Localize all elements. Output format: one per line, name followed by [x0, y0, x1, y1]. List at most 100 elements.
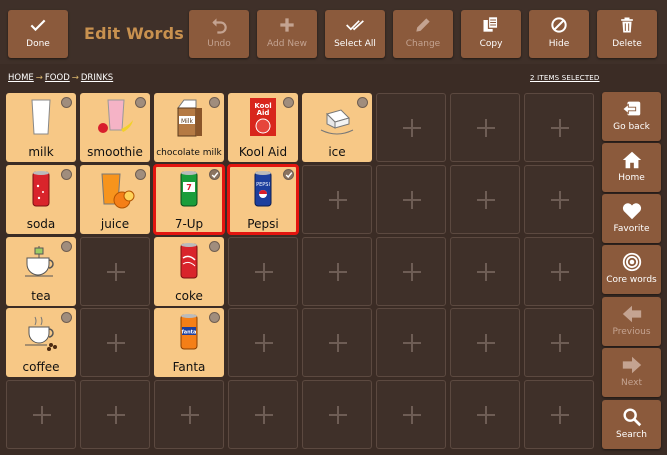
select-radio[interactable] — [61, 241, 72, 252]
search-button[interactable]: Search — [602, 400, 661, 449]
selection-status[interactable]: 2 ITEMS SELECTED — [530, 74, 600, 82]
select-radio[interactable] — [209, 97, 220, 108]
delete-button[interactable]: Delete — [597, 10, 657, 58]
double-check-icon — [325, 10, 385, 38]
empty-cell[interactable] — [450, 237, 520, 306]
go-back-icon — [602, 92, 661, 122]
next-button[interactable]: Next — [602, 348, 661, 397]
empty-cell[interactable] — [524, 308, 594, 377]
change-button[interactable]: Change — [393, 10, 453, 58]
selected-check-icon[interactable] — [209, 169, 220, 180]
select-radio[interactable] — [135, 169, 146, 180]
svg-text:fanta: fanta — [182, 330, 197, 336]
trash-icon — [597, 10, 657, 38]
empty-cell[interactable] — [228, 237, 298, 306]
select-all-button[interactable]: Select All — [325, 10, 385, 58]
favorite-button[interactable]: Favorite — [602, 194, 661, 243]
word-label: chocolate milk — [156, 148, 222, 158]
orange-juice-icon — [95, 168, 135, 210]
breadcrumb-home[interactable]: HOME — [8, 73, 34, 83]
empty-cell[interactable] — [376, 165, 446, 234]
hide-button[interactable]: Hide — [529, 10, 589, 58]
hide-icon — [529, 10, 589, 38]
empty-cell[interactable] — [450, 308, 520, 377]
core-words-button[interactable]: Core words — [602, 245, 661, 294]
plus-icon — [33, 406, 51, 424]
undo-button[interactable]: Undo — [189, 10, 249, 58]
svg-text:PEPSI: PEPSI — [256, 182, 270, 188]
word-label: juice — [100, 217, 130, 231]
breadcrumb-food[interactable]: FOOD — [45, 73, 70, 83]
plus-icon — [181, 406, 199, 424]
page-title: Edit Words — [84, 24, 185, 43]
empty-cell[interactable] — [450, 380, 520, 449]
plus-icon — [329, 191, 347, 209]
empty-cell[interactable] — [154, 380, 224, 449]
plus-icon — [477, 191, 495, 209]
plus-icon — [477, 119, 495, 137]
plus-icon — [551, 119, 569, 137]
go-back-button[interactable]: Go back — [602, 92, 661, 141]
breadcrumb-separator: → — [35, 73, 43, 83]
empty-cell[interactable] — [228, 380, 298, 449]
empty-cell[interactable] — [302, 380, 372, 449]
word-cell[interactable]: 7 7-Up — [153, 164, 225, 235]
select-radio[interactable] — [61, 169, 72, 180]
done-button[interactable]: Done — [8, 10, 68, 58]
empty-cell[interactable] — [80, 237, 150, 306]
select-radio[interactable] — [209, 241, 220, 252]
previous-button[interactable]: Previous — [602, 297, 661, 346]
word-cell[interactable]: coke — [154, 237, 224, 306]
select-radio[interactable] — [283, 97, 294, 108]
word-cell[interactable]: smoothie — [80, 93, 150, 162]
copy-button[interactable]: Copy — [461, 10, 521, 58]
kool-aid-icon: Kool Aid — [243, 96, 283, 138]
empty-cell[interactable] — [6, 380, 76, 449]
selected-check-icon[interactable] — [283, 169, 294, 180]
empty-cell[interactable] — [524, 93, 594, 162]
empty-cell[interactable] — [302, 237, 372, 306]
word-cell[interactable]: PEPSI Pepsi — [227, 164, 299, 235]
empty-cell[interactable] — [524, 380, 594, 449]
word-cell[interactable]: juice — [80, 165, 150, 234]
empty-cell[interactable] — [376, 237, 446, 306]
word-cell[interactable]: tea — [6, 237, 76, 306]
empty-cell[interactable] — [524, 165, 594, 234]
word-label: coke — [175, 289, 203, 303]
word-cell[interactable]: fanta Fanta — [154, 308, 224, 377]
word-cell[interactable]: Milk chocolate milk — [154, 93, 224, 162]
empty-cell[interactable] — [376, 308, 446, 377]
svg-text:Aid: Aid — [257, 109, 270, 117]
empty-cell[interactable] — [228, 308, 298, 377]
word-label: ice — [328, 145, 346, 159]
select-radio[interactable] — [61, 97, 72, 108]
copy-icon — [461, 10, 521, 38]
breadcrumb-drinks[interactable]: DRINKS — [81, 73, 113, 83]
select-radio[interactable] — [135, 97, 146, 108]
empty-cell[interactable] — [376, 380, 446, 449]
word-cell[interactable]: soda — [6, 165, 76, 234]
word-cell[interactable]: coffee — [6, 308, 76, 377]
empty-cell[interactable] — [524, 237, 594, 306]
empty-cell[interactable] — [80, 380, 150, 449]
word-label: soda — [26, 217, 56, 231]
word-cell[interactable]: milk — [6, 93, 76, 162]
home-button[interactable]: Home — [602, 143, 661, 192]
select-radio[interactable] — [357, 97, 368, 108]
pencil-icon — [393, 10, 453, 38]
breadcrumb: HOME → FOOD → DRINKS — [8, 73, 113, 83]
empty-cell[interactable] — [376, 93, 446, 162]
arrow-left-icon — [602, 297, 661, 327]
word-cell[interactable]: ice — [302, 93, 372, 162]
word-cell[interactable]: Kool Aid Kool Aid — [228, 93, 298, 162]
empty-cell[interactable] — [302, 165, 372, 234]
add-new-button[interactable]: Add New — [257, 10, 317, 58]
empty-cell[interactable] — [450, 93, 520, 162]
empty-cell[interactable] — [450, 165, 520, 234]
plus-icon — [551, 263, 569, 281]
empty-cell[interactable] — [302, 308, 372, 377]
select-radio[interactable] — [61, 312, 72, 323]
home-icon — [602, 143, 661, 173]
select-radio[interactable] — [209, 312, 220, 323]
empty-cell[interactable] — [80, 308, 150, 377]
